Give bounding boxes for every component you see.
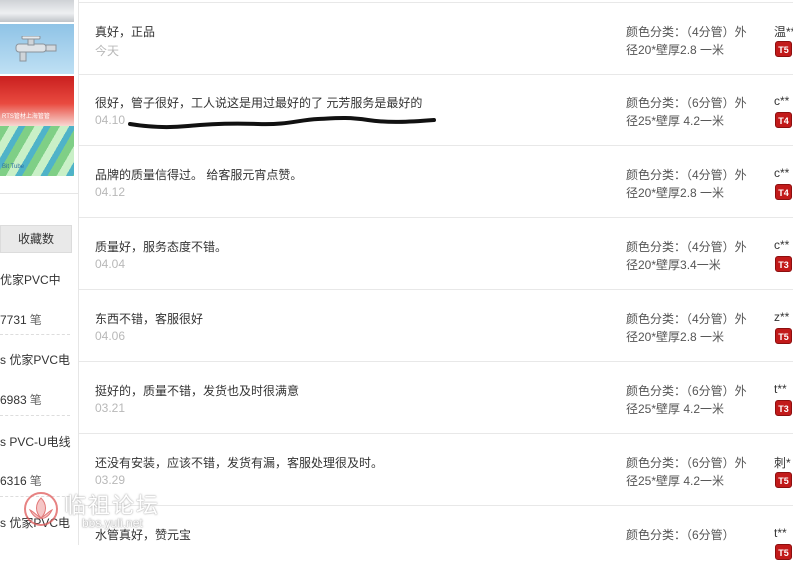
user-level-badge: T4	[775, 112, 792, 128]
review-date: 04.10	[95, 113, 126, 127]
product-spec: 颜色分类：（6分管）	[626, 526, 758, 544]
divider	[0, 334, 70, 335]
product-thumbnail[interactable]: RTS管材上海管管	[0, 76, 74, 126]
review-date: 04.12	[95, 185, 126, 199]
product-name-link[interactable]: s PVC-U电线	[0, 433, 71, 450]
favorites-sort-button[interactable]: 收藏数	[0, 225, 72, 253]
product-thumbnail[interactable]	[0, 24, 74, 74]
review-text: 品牌的质量信得过。 给客服元宵点赞。	[95, 168, 303, 182]
spec-line: 径25*壁厚 4.2一米	[626, 474, 725, 488]
review-date: 04.06	[95, 329, 126, 343]
faucet-icon	[15, 36, 57, 62]
review-row: 质量好，服务态度不错。 04.04 颜色分类：（4分管）外 径20*壁厚3.4一米…	[79, 218, 793, 290]
spec-line: 径20*壁厚2.8 一米	[626, 330, 725, 344]
spec-line: 径25*壁厚 4.2一米	[626, 402, 725, 416]
review-row: 还没有安装，应该不错，发货有漏，客服处理很及时。 03.29 颜色分类：（6分管…	[79, 434, 793, 506]
review-row: 挺好的，质量不错，发货也及时很满意 03.21 颜色分类：（6分管）外 径25*壁…	[79, 362, 793, 434]
reviewer-name: 刺*	[774, 456, 791, 470]
spec-line: 径20*壁厚2.8 一米	[626, 186, 725, 200]
favorites-count: 7731 笔	[0, 311, 42, 328]
review-date: 03.21	[95, 401, 126, 415]
review-row: 水管真好，赞元宝 颜色分类：（6分管） t** T5	[79, 506, 793, 577]
review-text: 还没有安装，应该不错，发货有漏，客服处理很及时。	[95, 456, 384, 470]
product-spec: 颜色分类：（6分管）外 径25*壁厚 4.2一米	[626, 454, 758, 490]
scribble-annotation	[128, 116, 436, 130]
product-name-link[interactable]: s 优家PVC电	[0, 351, 70, 368]
product-spec: 颜色分类：（4分管）外 径20*壁厚2.8 一米	[626, 166, 758, 202]
spec-line: 颜色分类：（4分管）外	[626, 168, 747, 182]
user-level-badge: T5	[775, 544, 792, 560]
user-level-badge: T5	[775, 472, 792, 488]
spec-line: 径20*壁厚2.8 一米	[626, 43, 725, 57]
forum-watermark: 临祖论坛 bbs.yuli.net	[22, 486, 172, 542]
user-level-badge: T4	[775, 184, 792, 200]
spec-line: 径20*壁厚3.4一米	[626, 258, 721, 272]
review-text: 很好，管子很好，工人说这是用过最好的了 元芳服务是最好的	[95, 96, 423, 110]
product-spec: 颜色分类：（6分管）外 径25*壁厚 4.2一米	[626, 94, 758, 130]
review-text: 真好，正品	[95, 25, 156, 39]
thumbnail-caption: RTS管材上海管管	[2, 114, 50, 120]
reviewer-name: t**	[774, 382, 787, 396]
count-value: 7731	[0, 313, 27, 327]
reviewer-name: 温**	[774, 25, 793, 39]
review-row: 很好，管子很好，工人说这是用过最好的了 元芳服务是最好的 04.10 颜色分类：…	[79, 74, 793, 146]
watermark-url: bbs.yuli.net	[82, 516, 143, 530]
reviewer-name: c**	[774, 166, 790, 180]
spec-line: 径25*壁厚 4.2一米	[626, 114, 725, 128]
favorites-count: 6983 笔	[0, 391, 42, 408]
review-date: 今天	[95, 44, 120, 58]
review-row: 品牌的质量信得过。 给客服元宵点赞。 04.12 颜色分类：（4分管）外 径20*…	[79, 146, 793, 218]
count-unit: 笔	[29, 393, 42, 407]
product-thumbnail[interactable]	[0, 0, 74, 22]
spec-line: 颜色分类：（4分管）外	[626, 25, 747, 39]
user-level-badge: T3	[775, 400, 792, 416]
product-spec: 颜色分类：（4分管）外 径20*壁厚2.8 一米	[626, 23, 758, 59]
reviewer-name: t**	[774, 526, 787, 540]
count-unit: 笔	[29, 313, 42, 327]
review-text: 东西不错，客服很好	[95, 312, 204, 326]
user-level-badge: T5	[775, 328, 792, 344]
product-spec: 颜色分类：（4分管）外 径20*壁厚2.8 一米	[626, 310, 758, 346]
review-date: 04.04	[95, 257, 126, 271]
product-spec: 颜色分类：（6分管）外 径25*壁厚 4.2一米	[626, 382, 758, 418]
count-value: 6983	[0, 393, 27, 407]
review-row: 东西不错，客服很好 04.06 颜色分类：（4分管）外 径20*壁厚2.8 一米 …	[79, 290, 793, 362]
spec-line: 颜色分类：（4分管）外	[626, 312, 747, 326]
review-date: 03.29	[95, 473, 126, 487]
left-sidebar: RTS管材上海管管 Bit Tube 收藏数 优家PVC中 7731 笔 s 优家…	[0, 0, 78, 545]
spec-line: 颜色分类：（4分管）外	[626, 240, 747, 254]
reviewer-name: z**	[774, 310, 790, 324]
thumbnail-caption: Bit Tube	[2, 164, 25, 170]
spec-line: 颜色分类：（6分管）外	[626, 384, 747, 398]
reviewer-name: c**	[774, 238, 790, 252]
product-name-link[interactable]: 优家PVC中	[0, 271, 61, 288]
divider	[0, 193, 78, 194]
spec-line: 颜色分类：（6分管）	[626, 528, 735, 542]
spec-line: 颜色分类：（6分管）外	[626, 96, 747, 110]
user-level-badge: T5	[775, 41, 792, 57]
reviewer-name: c**	[774, 94, 790, 108]
divider	[0, 415, 70, 416]
product-thumbnail[interactable]: Bit Tube	[0, 126, 74, 176]
review-text: 挺好的，质量不错，发货也及时很满意	[95, 384, 300, 398]
review-text: 质量好，服务态度不错。	[95, 240, 228, 254]
review-row: 真好，正品 今天 颜色分类：（4分管）外径20*壁厚2.8 一米 温** T5	[79, 2, 793, 75]
spec-line: 颜色分类：（6分管）外	[626, 456, 747, 470]
user-level-badge: T3	[775, 256, 792, 272]
product-spec: 颜色分类：（4分管）外 径20*壁厚3.4一米	[626, 238, 758, 274]
lotus-logo-icon	[24, 492, 58, 526]
